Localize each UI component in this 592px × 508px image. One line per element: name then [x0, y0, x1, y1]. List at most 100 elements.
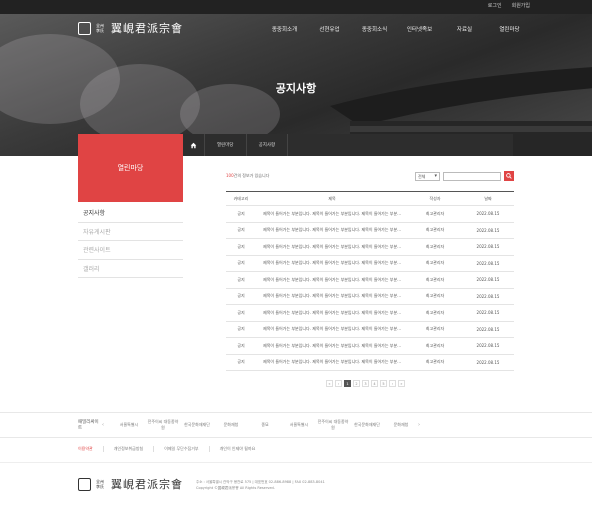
col-date: 날짜 — [484, 195, 492, 201]
page-button[interactable]: 4 — [371, 380, 378, 387]
chevron-left-icon[interactable]: ‹ — [102, 422, 112, 428]
row-author: 최고관리자 — [425, 309, 445, 315]
search-input[interactable] — [443, 171, 501, 181]
table-row[interactable]: 공지 제목이 들어가는 부분입니다. 제목이 들어가는 부분입니다. 제목이 들어… — [226, 289, 514, 305]
table-row[interactable]: 공지 제목이 들어가는 부분입니다. 제목이 들어가는 부분입니다. 제목이 들어… — [226, 239, 514, 256]
partner-logo[interactable]: 문화재청 — [214, 422, 248, 428]
row-title[interactable]: 제목이 들어가는 부분입니다. 제목이 들어가는 부분입니다. 제목이 들어가는… — [256, 326, 408, 332]
row-date: 2022.08.15 — [476, 293, 500, 299]
search-button[interactable] — [504, 171, 514, 181]
row-date: 2022.08.15 — [476, 343, 500, 349]
top-links: 로그인 회원가입 — [488, 2, 530, 9]
table-row[interactable]: 공지 제목이 들어가는 부분입니다. 제목이 들어가는 부분입니다. 제목이 들어… — [226, 256, 514, 272]
total-count-number: 100 — [226, 173, 234, 178]
row-category: 공지 — [237, 326, 245, 332]
search-form: 전체 — [415, 171, 514, 181]
row-title[interactable]: 제목이 들어가는 부분입니다. 제목이 들어가는 부분입니다. 제목이 들어가는… — [256, 359, 408, 365]
chevron-right-icon[interactable]: › — [418, 422, 428, 428]
footer-logo-title: 翼峴君派宗會 — [111, 478, 183, 491]
row-author: 최고관리자 — [425, 359, 445, 365]
page-button[interactable]: 2 — [353, 380, 360, 387]
table-row[interactable]: 공지 제목이 들어가는 부분입니다. 제목이 들어가는 부분입니다. 제목이 들어… — [226, 272, 514, 289]
table-row[interactable]: 공지 제목이 들어가는 부분입니다. 제목이 들어가는 부분입니다. 제목이 들어… — [226, 305, 514, 322]
row-title[interactable]: 제목이 들어가는 부분입니다. 제목이 들어가는 부분입니다. 제목이 들어가는… — [256, 277, 408, 283]
row-title[interactable]: 제목이 들어가는 부분입니다. 제목이 들어가는 부분입니다. 제목이 들어가는… — [256, 244, 408, 250]
partner-logo[interactable]: 서울특별시 — [282, 422, 316, 428]
footer-links: 이용약관 개인정보취급방침 이메일 무단수집거부 개인이 인제야 될까요 — [78, 446, 275, 452]
partner-logo[interactable]: 전주이씨 대동종약원 — [316, 419, 350, 431]
notice-table: 카테고리 제목 작성자 날짜 공지제목이 들어가는 부분입니다. 제목이 들어가… — [226, 191, 514, 371]
row-title[interactable]: 제목이 들어가는 부분입니다. 제목이 들어가는 부분입니다. 제목이 들어가는… — [256, 293, 408, 299]
table-row[interactable]: 공지 제목이 들어가는 부분입니다. 제목이 들어가는 부분입니다. 제목이 들어… — [226, 206, 514, 223]
home-icon[interactable] — [183, 134, 205, 156]
seal-icon — [78, 21, 91, 35]
pagination: « ‹ 1 2 3 4 5 › » — [326, 380, 405, 387]
signup-link[interactable]: 회원가입 — [512, 2, 530, 9]
table-row[interactable]: 공지 제목이 들어가는 부분입니다. 제목이 들어가는 부분입니다. 제목이 들어… — [226, 223, 514, 239]
row-author: 최고관리자 — [425, 243, 445, 249]
prev-page-button[interactable]: ‹ — [335, 380, 342, 387]
search-icon — [506, 173, 512, 179]
breadcrumb-item[interactable]: 열린마당 — [205, 134, 247, 156]
breadcrumb-item[interactable]: 공지사항 — [247, 134, 289, 156]
footer-link-privacy[interactable]: 개인정보취급방침 — [114, 446, 155, 452]
first-page-button[interactable]: « — [326, 380, 333, 387]
table-header: 카테고리 제목 작성자 날짜 — [226, 192, 514, 206]
row-title[interactable]: 제목이 들어가는 부분입니다. 제목이 들어가는 부분입니다. 제목이 들어가는… — [256, 211, 408, 217]
row-category: 공지 — [237, 359, 245, 365]
nav-item-about[interactable]: 종중회소개 — [262, 25, 307, 33]
page-button[interactable]: 1 — [344, 380, 351, 387]
partner-logo[interactable]: 문화재청 — [384, 422, 418, 428]
page-button[interactable]: 5 — [380, 380, 387, 387]
row-title[interactable]: 제목이 들어가는 부분입니다. 제목이 들어가는 부분입니다. 제목이 들어가는… — [256, 310, 408, 316]
footer-link-terms[interactable]: 이용약관 — [78, 446, 104, 452]
top-utility-bar: 로그인 회원가입 — [0, 0, 592, 14]
footer-divider — [0, 462, 592, 463]
row-date: 2022.08.15 — [476, 211, 500, 217]
logo-title: 翼峴君派宗會 — [111, 22, 183, 35]
sidebar-item-links[interactable]: 관련사이트 — [78, 241, 183, 260]
notice-board: 100건의 정보가 있습니다 전체 카테고리 제목 작성자 날짜 공지제목이 들… — [226, 170, 514, 371]
last-page-button[interactable]: » — [398, 380, 405, 387]
row-category: 공지 — [237, 210, 245, 216]
nav-item-news[interactable]: 종중회소식 — [352, 25, 397, 33]
nav-item-legacy[interactable]: 선현유업 — [307, 25, 352, 33]
nav-item-community[interactable]: 열린마당 — [487, 25, 532, 33]
row-date: 2022.08.15 — [476, 359, 500, 365]
footer-link-other[interactable]: 개인이 인제야 될까요 — [220, 446, 266, 452]
partner-logo[interactable]: 한국문화재재단 — [180, 422, 214, 428]
partner-logo[interactable]: 전주이씨 대동종약원 — [146, 419, 180, 431]
row-title[interactable]: 제목이 들어가는 부분입니다. 제목이 들어가는 부분입니다. 제목이 들어가는… — [256, 260, 408, 266]
sidebar-menu: 공지사항 자유게시판 관련사이트 갤러리 — [78, 204, 183, 278]
search-category-select[interactable]: 전체 — [415, 171, 440, 181]
site-logo[interactable]: 全州李氏 翼峴君派宗會 — [78, 20, 183, 36]
col-category: 카테고리 — [233, 195, 249, 201]
partner-logo[interactable]: 한국문화재재단 — [350, 422, 384, 428]
breadcrumb: 열린마당 공지사항 — [183, 134, 513, 156]
partner-logo[interactable]: 종묘 — [248, 422, 282, 428]
footer-link-email[interactable]: 이메일 무단수집거부 — [164, 446, 210, 452]
next-page-button[interactable]: › — [389, 380, 396, 387]
page-button[interactable]: 3 — [362, 380, 369, 387]
partner-logo[interactable]: 서울특별시 — [112, 422, 146, 428]
footer-address: 주소 : 서울특별시 관악구 봉천로 575 | 대표번호 02-886-898… — [196, 479, 325, 491]
sidebar-item-gallery[interactable]: 갤러리 — [78, 260, 183, 278]
table-row[interactable]: 공지 제목이 들어가는 부분입니다. 제목이 들어가는 부분입니다. 제목이 들어… — [226, 322, 514, 338]
table-row[interactable]: 공지 제목이 들어가는 부분입니다. 제목이 들어가는 부분입니다. 제목이 들어… — [226, 355, 514, 371]
row-title[interactable]: 제목이 들어가는 부분입니다. 제목이 들어가는 부분입니다. 제목이 들어가는… — [256, 343, 408, 349]
sidebar-item-freeboard[interactable]: 자유게시판 — [78, 223, 183, 241]
login-link[interactable]: 로그인 — [488, 2, 502, 9]
footer-logo-subtitle: 全州李氏 — [96, 479, 104, 489]
sidebar-title: 열린마당 — [78, 134, 183, 202]
col-author: 작성자 — [429, 195, 441, 201]
table-row[interactable]: 공지 제목이 들어가는 부분입니다. 제목이 들어가는 부분입니다. 제목이 들어… — [226, 338, 514, 355]
main-nav: 종중회소개 선현유업 종중회소식 인터넷족보 자료실 열린마당 — [262, 25, 532, 33]
nav-item-archive[interactable]: 자료실 — [442, 25, 487, 33]
sidebar-item-notice[interactable]: 공지사항 — [78, 204, 183, 223]
partner-label: 패밀리싸이트 — [78, 420, 99, 431]
nav-item-genealogy[interactable]: 인터넷족보 — [397, 25, 442, 33]
row-category: 공지 — [237, 227, 245, 233]
row-date: 2022.08.15 — [476, 227, 500, 233]
row-author: 최고관리자 — [425, 260, 445, 266]
row-title[interactable]: 제목이 들어가는 부분입니다. 제목이 들어가는 부분입니다. 제목이 들어가는… — [256, 227, 408, 233]
